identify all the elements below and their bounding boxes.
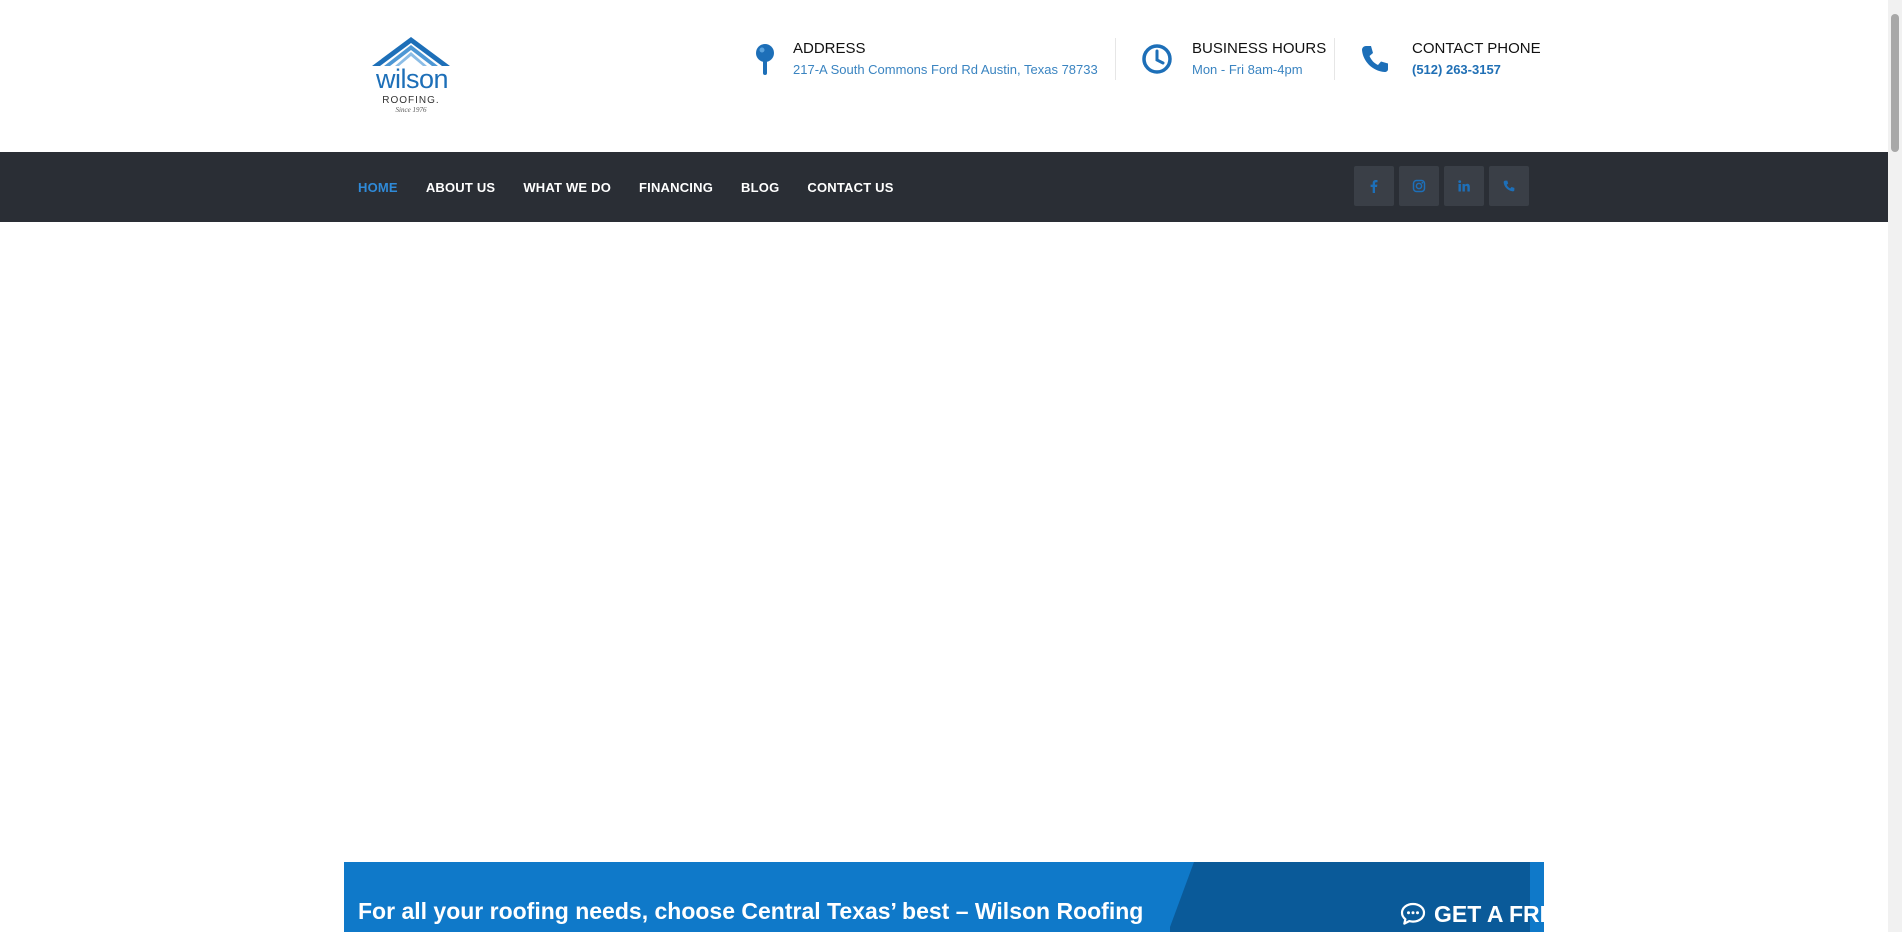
hours-title: BUSINESS HOURS bbox=[1192, 40, 1327, 57]
phone-block[interactable]: CONTACT PHONE (512) 263-3157 bbox=[1358, 38, 1541, 82]
linkedin-button[interactable] bbox=[1444, 166, 1484, 206]
quote-panel: GET A FREE QUOTE bbox=[1170, 862, 1544, 932]
header-divider bbox=[1115, 38, 1116, 80]
scrollbar-thumb[interactable] bbox=[1891, 14, 1899, 152]
phone-button[interactable] bbox=[1489, 166, 1529, 206]
hours-value: Mon - Fri 8am-4pm bbox=[1192, 62, 1303, 77]
address-title: ADDRESS bbox=[793, 40, 866, 57]
logo-since: Since 1976 bbox=[395, 106, 427, 114]
chat-bubble-icon bbox=[1400, 902, 1426, 925]
nav-item-what-we-do[interactable]: WHAT WE DO bbox=[523, 180, 611, 195]
cta-banner: For all your roofing needs, choose Centr… bbox=[344, 862, 1544, 932]
social-links bbox=[1354, 166, 1529, 206]
address-block: ADDRESS 217-A South Commons Ford Rd Aust… bbox=[752, 38, 1098, 82]
phone-icon bbox=[1362, 46, 1388, 72]
nav-item-contact-us[interactable]: CONTACT US bbox=[807, 180, 893, 195]
map-pin-icon bbox=[756, 44, 774, 75]
logo-wordmark: wilson bbox=[375, 64, 449, 94]
cta-message: For all your roofing needs, choose Centr… bbox=[358, 898, 1144, 924]
phone-icon bbox=[1503, 180, 1515, 192]
nav-item-about-us[interactable]: ABOUT US bbox=[426, 180, 496, 195]
hours-block: BUSINESS HOURS Mon - Fri 8am-4pm bbox=[1140, 38, 1340, 82]
address-value: 217-A South Commons Ford Rd Austin, Texa… bbox=[793, 62, 1098, 77]
header-divider bbox=[1334, 38, 1335, 80]
clock-icon bbox=[1142, 44, 1172, 74]
logo-subtitle: ROOFING. bbox=[382, 95, 440, 106]
page: wilson ROOFING. Since 1976 ADDRESS 217-A… bbox=[0, 0, 1888, 932]
instagram-button[interactable] bbox=[1399, 166, 1439, 206]
linkedin-icon bbox=[1458, 180, 1470, 192]
site-logo[interactable]: wilson ROOFING. Since 1976 bbox=[370, 36, 452, 116]
facebook-icon bbox=[1370, 180, 1378, 193]
nav-item-financing[interactable]: FINANCING bbox=[639, 180, 713, 195]
page-scrollbar[interactable] bbox=[1888, 0, 1902, 932]
facebook-button[interactable] bbox=[1354, 166, 1394, 206]
instagram-icon bbox=[1412, 179, 1426, 193]
main-navbar: HOME ABOUT US WHAT WE DO FINANCING BLOG … bbox=[0, 152, 1888, 222]
get-free-quote-button[interactable]: GET A FREE QUOTE bbox=[1400, 862, 1544, 932]
main-nav: HOME ABOUT US WHAT WE DO FINANCING BLOG … bbox=[358, 152, 894, 222]
phone-value[interactable]: (512) 263-3157 bbox=[1412, 62, 1501, 77]
phone-title: CONTACT PHONE bbox=[1412, 40, 1541, 57]
nav-item-home[interactable]: HOME bbox=[358, 180, 398, 195]
get-free-quote-label: GET A FREE QUOTE bbox=[1434, 901, 1544, 927]
nav-item-blog[interactable]: BLOG bbox=[741, 180, 779, 195]
